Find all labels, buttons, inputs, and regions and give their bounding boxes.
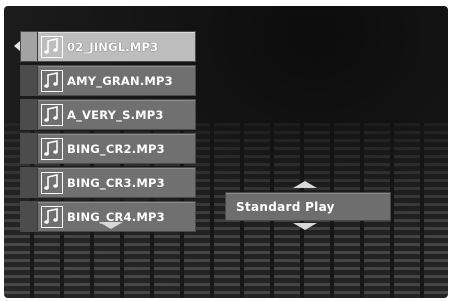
music-note-icon <box>41 103 63 126</box>
item-bar <box>21 100 38 129</box>
list-item[interactable]: AMY_GRAN.MP3 <box>20 65 196 96</box>
music-note-icon <box>41 69 63 92</box>
playlist: 02_JINGL.MP3 AMY_GRAN.MP3 A_VERY_S.MP3 B… <box>20 31 196 235</box>
mode-up-arrow-icon[interactable] <box>293 181 317 188</box>
mode-down-arrow-icon[interactable] <box>293 223 317 230</box>
list-item[interactable]: A_VERY_S.MP3 <box>20 99 196 130</box>
item-label: BING_CR2.MP3 <box>67 141 165 156</box>
item-bar <box>21 168 38 197</box>
list-item[interactable]: BING_CR3.MP3 <box>20 167 196 198</box>
item-bar <box>21 66 38 95</box>
item-label: 02_JINGL.MP3 <box>67 39 159 54</box>
player-screen: 02_JINGL.MP3 AMY_GRAN.MP3 A_VERY_S.MP3 B… <box>4 6 448 298</box>
item-bar <box>21 202 38 231</box>
play-mode-selector[interactable]: Standard Play <box>225 192 391 221</box>
music-note-icon <box>41 205 63 228</box>
music-note-icon <box>41 35 63 58</box>
item-label: A_VERY_S.MP3 <box>67 107 164 122</box>
music-note-icon <box>41 171 63 194</box>
play-mode-label: Standard Play <box>236 199 335 214</box>
item-bar <box>21 32 38 61</box>
item-label: AMY_GRAN.MP3 <box>67 73 173 88</box>
list-item[interactable]: 02_JINGL.MP3 <box>20 31 196 62</box>
scroll-down-arrow-icon[interactable] <box>99 222 123 229</box>
item-label: BING_CR3.MP3 <box>67 175 165 190</box>
music-note-icon <box>41 137 63 160</box>
list-item[interactable]: BING_CR2.MP3 <box>20 133 196 164</box>
item-bar <box>21 134 38 163</box>
